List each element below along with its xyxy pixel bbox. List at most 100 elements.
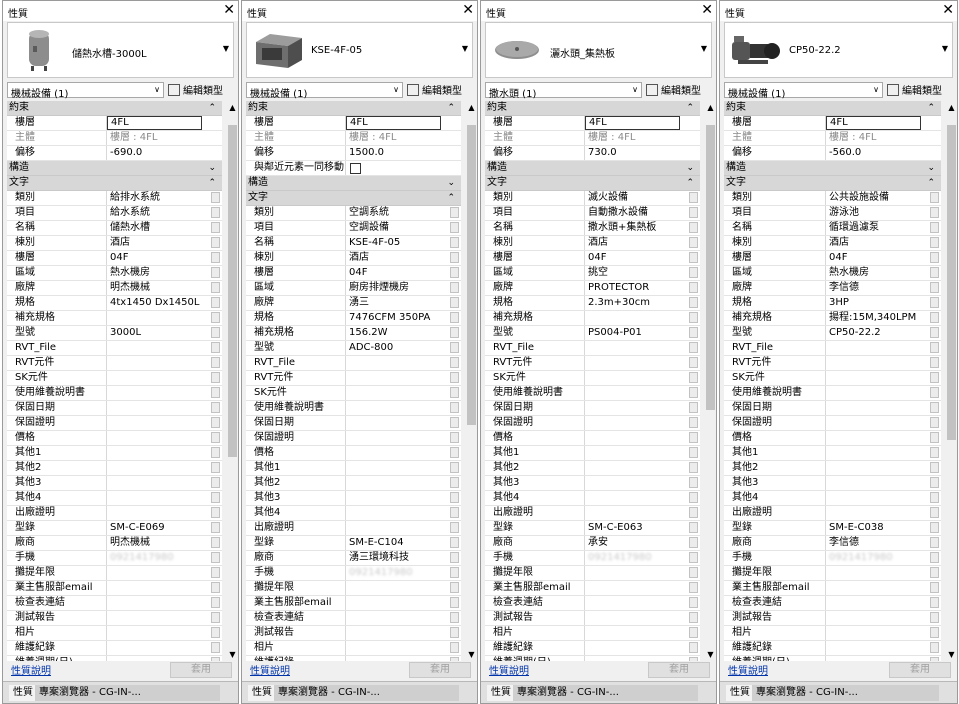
edit-value-button[interactable] xyxy=(211,282,220,293)
edit-value-button[interactable] xyxy=(689,642,698,653)
property-value[interactable] xyxy=(826,431,927,445)
property-value[interactable]: 4tx1450 Dx1450L xyxy=(107,296,208,310)
edit-value-button[interactable] xyxy=(930,267,939,278)
edit-value-button[interactable] xyxy=(211,462,220,473)
scroll-down-icon[interactable]: ▼ xyxy=(945,648,957,661)
property-value[interactable] xyxy=(107,416,208,430)
property-value[interactable]: 儲熱水槽 xyxy=(107,221,208,235)
edit-value-button[interactable] xyxy=(689,417,698,428)
dropdown-arrow-icon[interactable]: ▼ xyxy=(701,44,707,53)
vertical-scrollbar[interactable]: ▲ ▼ xyxy=(465,101,477,661)
move-with-nearby-checkbox[interactable] xyxy=(350,163,361,174)
edit-value-button[interactable] xyxy=(211,492,220,503)
edit-value-button[interactable] xyxy=(930,507,939,518)
property-value[interactable] xyxy=(346,596,447,610)
scroll-down-icon[interactable]: ▼ xyxy=(226,648,238,661)
property-value[interactable]: 樓層 : 4FL xyxy=(346,131,459,145)
edit-value-button[interactable] xyxy=(211,507,220,518)
edit-value-button[interactable] xyxy=(211,357,220,368)
edit-value-button[interactable] xyxy=(689,477,698,488)
property-value[interactable] xyxy=(585,641,686,655)
edit-value-button[interactable] xyxy=(689,342,698,353)
property-value[interactable] xyxy=(585,416,686,430)
property-value[interactable]: 樓層 : 4FL xyxy=(107,131,220,145)
edit-value-button[interactable] xyxy=(211,417,220,428)
property-value[interactable] xyxy=(107,386,208,400)
property-value[interactable] xyxy=(346,386,447,400)
edit-value-button[interactable] xyxy=(450,387,459,398)
property-value[interactable] xyxy=(585,476,686,490)
property-value[interactable] xyxy=(585,311,686,325)
edit-value-button[interactable] xyxy=(450,582,459,593)
edit-value-button[interactable] xyxy=(689,327,698,338)
edit-value-button[interactable] xyxy=(930,282,939,293)
scrollbar-thumb[interactable] xyxy=(706,125,715,410)
property-value[interactable]: PROTECTOR xyxy=(585,281,686,295)
section-header[interactable]: 約束 ⌃ xyxy=(7,101,222,116)
edit-value-button[interactable] xyxy=(450,477,459,488)
scrollbar-thumb[interactable] xyxy=(467,125,476,425)
property-value[interactable] xyxy=(826,461,927,475)
edit-value-button[interactable] xyxy=(450,567,459,578)
edit-value-button[interactable] xyxy=(450,252,459,263)
property-value[interactable] xyxy=(826,656,927,661)
property-value[interactable] xyxy=(107,356,208,370)
edit-value-button[interactable] xyxy=(930,432,939,443)
property-value[interactable]: SM-C-E063 xyxy=(585,521,686,535)
property-value[interactable] xyxy=(585,401,686,415)
dropdown-arrow-icon[interactable]: ▼ xyxy=(462,44,468,53)
edit-value-button[interactable] xyxy=(689,237,698,248)
edit-value-button[interactable] xyxy=(930,297,939,308)
edit-value-button[interactable] xyxy=(211,372,220,383)
close-icon[interactable]: ✕ xyxy=(462,2,474,18)
apply-button[interactable]: 套用 xyxy=(648,662,710,678)
type-selector[interactable]: KSE-4F-05 ▼ xyxy=(246,22,473,78)
close-icon[interactable]: ✕ xyxy=(223,2,235,18)
property-value[interactable] xyxy=(826,341,927,355)
property-value[interactable]: -690.0 xyxy=(107,146,220,160)
tab-project-browser[interactable]: 專案瀏覽器 - CG-IN-... xyxy=(274,685,459,701)
property-value[interactable]: 3HP xyxy=(826,296,927,310)
collapse-icon[interactable]: ⌃ xyxy=(927,101,935,115)
section-header[interactable]: 約束 ⌃ xyxy=(485,101,700,116)
scrollbar-thumb[interactable] xyxy=(947,125,956,440)
vertical-scrollbar[interactable]: ▲ ▼ xyxy=(945,101,957,661)
edit-value-button[interactable] xyxy=(211,252,220,263)
edit-value-button[interactable] xyxy=(450,222,459,233)
property-value[interactable] xyxy=(346,506,447,520)
property-value[interactable]: 游泳池 xyxy=(826,206,927,220)
collapse-icon[interactable]: ⌃ xyxy=(208,101,216,115)
edit-value-button[interactable] xyxy=(450,657,459,661)
edit-value-button[interactable] xyxy=(930,477,939,488)
scroll-up-icon[interactable]: ▲ xyxy=(945,101,957,114)
edit-value-button[interactable] xyxy=(211,432,220,443)
expand-icon[interactable]: ⌄ xyxy=(927,161,935,175)
property-value[interactable] xyxy=(585,446,686,460)
property-value[interactable] xyxy=(107,506,208,520)
properties-help-link[interactable]: 性質說明 xyxy=(728,662,768,677)
property-value[interactable] xyxy=(346,581,447,595)
property-value[interactable] xyxy=(346,491,447,505)
edit-value-button[interactable] xyxy=(211,582,220,593)
section-header[interactable]: 文字 ⌃ xyxy=(7,176,222,191)
property-value[interactable] xyxy=(585,626,686,640)
property-value[interactable] xyxy=(585,461,686,475)
edit-value-button[interactable] xyxy=(689,207,698,218)
apply-button[interactable]: 套用 xyxy=(889,662,951,678)
property-value[interactable]: 樓層 : 4FL xyxy=(585,131,698,145)
edit-value-button[interactable] xyxy=(689,432,698,443)
expand-icon[interactable]: ⌄ xyxy=(208,161,216,175)
property-value[interactable] xyxy=(585,491,686,505)
vertical-scrollbar[interactable]: ▲ ▼ xyxy=(226,101,238,661)
property-value[interactable] xyxy=(826,506,927,520)
edit-value-button[interactable] xyxy=(689,372,698,383)
section-header[interactable]: 約束 ⌃ xyxy=(724,101,941,116)
property-value[interactable] xyxy=(585,356,686,370)
edit-value-button[interactable] xyxy=(930,372,939,383)
edit-value-button[interactable] xyxy=(450,642,459,653)
property-value[interactable] xyxy=(826,626,927,640)
tab-properties[interactable]: 性質 xyxy=(248,685,276,701)
property-value[interactable] xyxy=(107,341,208,355)
edit-value-button[interactable] xyxy=(930,567,939,578)
property-value[interactable]: 7476CFM 350PA xyxy=(346,311,447,325)
